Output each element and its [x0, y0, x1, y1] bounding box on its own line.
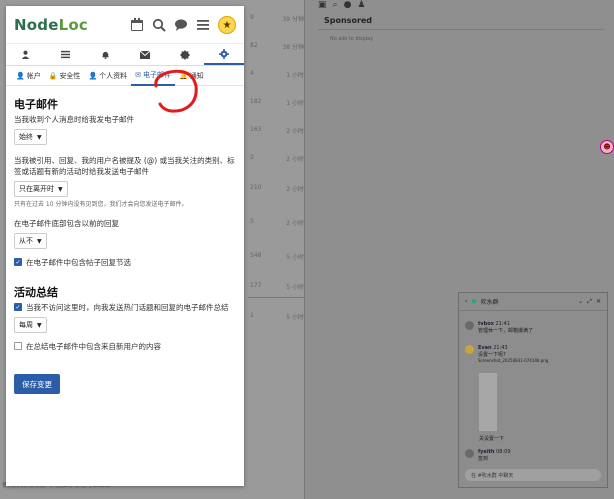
summary-frequency-select[interactable]: 每周 ▼	[14, 317, 47, 333]
sub-tab-notifications[interactable]: 🔔 通知	[175, 66, 208, 86]
chat-image-attachment[interactable]	[479, 373, 497, 431]
top-tab-bar	[6, 44, 244, 66]
preferences-sub-tabs: 👤 帐户 🔒 安全性 👤 个人资料 ✉ 电子邮件 🔔 通知	[6, 66, 244, 86]
forum-topic-row[interactable]: 22 小时	[250, 154, 304, 164]
no-ads-text: No ads to display	[330, 36, 374, 42]
include-excerpt-label: 在电子邮件中包含帖子回复节选	[26, 258, 131, 267]
back-icon[interactable]: ‹	[465, 298, 467, 305]
tab-badges[interactable]	[165, 44, 205, 65]
forum-topic-row[interactable]: 548 5 小时	[250, 252, 304, 262]
tab-notifications[interactable]	[85, 44, 125, 65]
site-logo[interactable]: NodeLoc	[14, 16, 88, 34]
list-icon	[61, 50, 70, 59]
private-message-label: 当我收到个人消息时给我发电子邮件	[14, 115, 134, 124]
tab-activity[interactable]	[46, 44, 86, 65]
tab-messages[interactable]	[125, 44, 165, 65]
chat-message: fyeith 08:09 签到	[465, 449, 511, 462]
forum-topic-row[interactable]: 177 5 小时	[250, 282, 304, 292]
sub-tab-email[interactable]: ✉ 电子邮件	[131, 66, 176, 86]
calendar-icon[interactable]	[130, 17, 144, 32]
chat-message: tvbox 21:41 管理休一下，邮箱爆满了	[465, 321, 533, 334]
close-icon[interactable]: ✕	[596, 298, 601, 305]
gear-icon	[219, 48, 230, 59]
chat-text: 关设置一下	[479, 436, 505, 442]
user-icon	[22, 50, 30, 59]
user-icon: 👤	[88, 71, 98, 80]
sub-tab-profile[interactable]: 👤 个人资料	[84, 66, 131, 86]
caret-down-icon: ▼	[37, 237, 42, 245]
new-users-label: 在总结电子邮件中包含来自新用户的内容	[26, 342, 161, 351]
chat-header: ‹ ● 吹水群 ⌄ ⤢ ✕	[459, 293, 607, 311]
tab-profile[interactable]	[6, 44, 46, 65]
bell-icon	[101, 51, 109, 59]
avatar[interactable]	[465, 321, 474, 330]
lock-icon: 🔒	[48, 71, 58, 80]
chat-input[interactable]: 在 #吹水群 中聊天	[465, 469, 601, 481]
forum-topic-row[interactable]: 163 2 小时	[250, 126, 304, 136]
mail-icon: ✉	[135, 70, 142, 79]
sponsored-title: Sponsored	[324, 16, 373, 25]
avatar[interactable]	[465, 449, 474, 458]
chat-channel-icon: ●	[471, 298, 477, 305]
chat-attachment-name[interactable]: Screenshot_20250831-074146.png	[478, 358, 548, 363]
mentions-note: 只有在过去 10 分钟内没有见到您，我们才会向您发送电子邮件。	[14, 201, 188, 208]
unread-divider	[248, 297, 304, 298]
chat-title: 吹水群	[480, 299, 499, 306]
chat-bubble-icon[interactable]	[174, 18, 188, 32]
summary-section-title: 活动总结	[14, 286, 58, 299]
private-message-select[interactable]: 始终 ▼	[14, 129, 47, 145]
save-button[interactable]: 保存变更	[14, 374, 60, 394]
mail-icon	[139, 50, 150, 59]
summary-label: 当我不访问这里时，向我发送热门话题和回复的电子邮件总结	[26, 303, 229, 312]
bell-icon: 🔔	[179, 71, 188, 80]
previous-replies-select[interactable]: 从不 ▼	[14, 233, 47, 249]
include-excerpt-checkbox-row[interactable]: ✓ 在电子邮件中包含帖子回复节选	[14, 257, 236, 268]
avatar[interactable]	[465, 345, 474, 354]
chevron-down-icon[interactable]: ⌄	[578, 298, 583, 305]
modal-header: NodeLoc ★	[6, 6, 244, 44]
search-icon[interactable]	[152, 18, 166, 32]
email-section-title: 电子邮件	[14, 98, 58, 111]
chat-message: Evan 21:43 设置一下呢? Screenshot_20250831-07…	[465, 345, 548, 363]
forum-topic-row[interactable]: 82 38 分钟	[250, 42, 304, 52]
summary-checkbox-row[interactable]: ✓ 当我不访问这里时，向我发送热门话题和回复的电子邮件总结	[14, 302, 236, 313]
chat-text: 设置一下呢?	[478, 352, 506, 358]
caret-down-icon: ▼	[37, 133, 42, 141]
mentions-select[interactable]: 只在离开时 ▼	[14, 181, 68, 197]
sub-tab-security[interactable]: 🔒 安全性	[45, 66, 85, 86]
chat-time: 08:09	[496, 449, 511, 455]
include-excerpt-checkbox[interactable]: ✓	[14, 258, 22, 266]
forum-topic-row[interactable]: 41 小时	[250, 70, 304, 80]
chat-text: 管理休一下，邮箱爆满了	[478, 328, 534, 334]
menu-icon[interactable]	[196, 18, 210, 32]
floating-emoji-icon[interactable]: ☻	[600, 140, 614, 154]
expand-icon[interactable]: ⤢	[587, 298, 592, 306]
forum-topic-row[interactable]: 182 1 小时	[250, 98, 304, 108]
forum-topic-row[interactable]: 9 39 分钟	[250, 14, 304, 24]
forum-topic-row[interactable]: 210 2 小时	[250, 184, 304, 194]
email-preferences-content: 电子邮件 当我收到个人消息时给我发电子邮件 始终 ▼ 当我被引用、回复、我的用户名…	[6, 86, 244, 398]
caret-down-icon: ▼	[58, 185, 63, 193]
badge-icon	[179, 49, 190, 60]
avatar[interactable]: ★	[218, 15, 236, 34]
sub-tab-account[interactable]: 👤 帐户	[12, 66, 45, 86]
tab-preferences[interactable]	[204, 44, 244, 65]
chat-panel: ‹ ● 吹水群 ⌄ ⤢ ✕ tvbox 21:41 管理休一下，邮箱爆满了 Ev…	[458, 292, 608, 488]
summary-checkbox[interactable]: ✓	[14, 303, 22, 311]
new-users-checkbox[interactable]	[14, 342, 22, 350]
user-icon: 👤	[16, 71, 25, 80]
mentions-label: 当我被引用、回复、我的用户名被提及 (@) 或当我关注的类别、标签或话题有新的活…	[14, 156, 235, 176]
new-users-checkbox-row[interactable]: 在总结电子邮件中包含来自新用户的内容	[14, 341, 236, 352]
sponsored-panel: Sponsored No ads to display	[318, 0, 604, 42]
forum-topic-row[interactable]: 52 小时	[250, 218, 304, 228]
forum-topic-row[interactable]: 15 小时	[250, 312, 304, 322]
user-preferences-modal: NodeLoc ★ 👤 帐户 🔒 安全性 👤 个人资料 ✉ 电子邮件 🔔 通知 …	[6, 6, 244, 486]
previous-replies-label: 在电子邮件底部包含以前的回复	[14, 219, 119, 228]
caret-down-icon: ▼	[37, 321, 42, 329]
chat-text: 签到	[478, 456, 489, 462]
